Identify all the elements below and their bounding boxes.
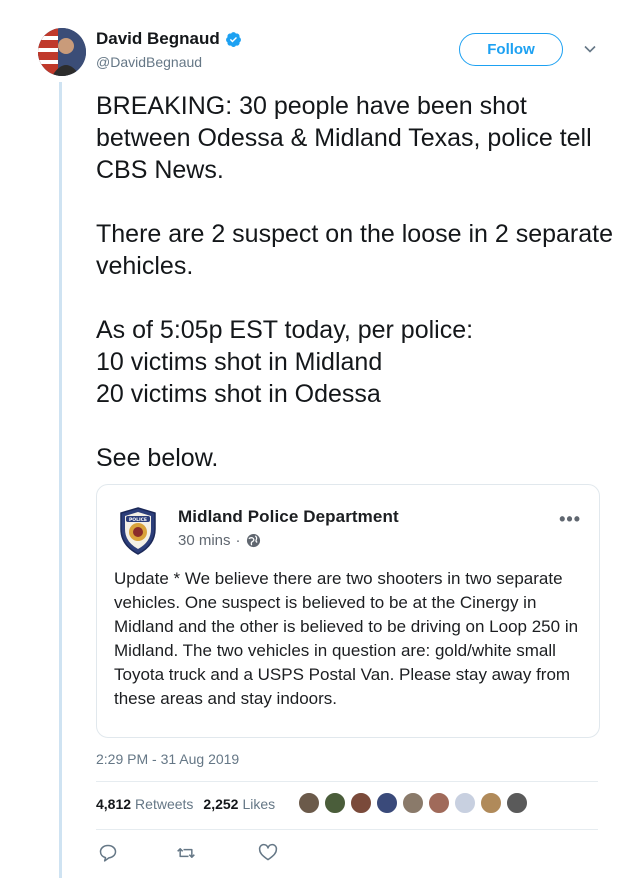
- liker-avatar[interactable]: [454, 792, 476, 814]
- post-time: 30 mins: [178, 532, 231, 549]
- liker-avatar[interactable]: [324, 792, 346, 814]
- tweet-paragraph: BREAKING: 30 people have been shot betwe…: [96, 92, 592, 184]
- tweet-text: BREAKING: 30 people have been shot betwe…: [96, 90, 616, 474]
- liker-avatar[interactable]: [376, 792, 398, 814]
- retweets-label[interactable]: Retweets: [135, 796, 193, 812]
- tweet-stats: 4,812 Retweets 2,252 Likes: [96, 796, 285, 812]
- heart-icon[interactable]: [258, 843, 278, 863]
- likes-label[interactable]: Likes: [242, 796, 275, 812]
- author-avatar[interactable]: [38, 28, 86, 76]
- follow-button[interactable]: Follow: [459, 33, 563, 66]
- likes-count[interactable]: 2,252: [203, 796, 238, 812]
- author-name[interactable]: David Begnaud: [96, 29, 220, 49]
- post-meta: 30 mins ·: [178, 532, 261, 549]
- meta-separator: ·: [235, 532, 241, 549]
- tweet-paragraph: There are 2 suspect on the loose in 2 se…: [96, 220, 613, 280]
- liker-avatar[interactable]: [402, 792, 424, 814]
- liker-avatar[interactable]: [350, 792, 372, 814]
- police-badge-logo: POLICE: [117, 507, 159, 555]
- reply-icon[interactable]: [98, 843, 118, 863]
- embedded-image-card[interactable]: POLICE Midland Police Department 30 mins…: [96, 484, 600, 738]
- tweet-timestamp[interactable]: 2:29 PM - 31 Aug 2019: [96, 751, 239, 767]
- post-page-name: Midland Police Department: [178, 507, 399, 526]
- retweet-icon[interactable]: [176, 843, 196, 863]
- logo-text: POLICE: [129, 517, 147, 523]
- divider: [96, 781, 598, 782]
- globe-icon: [246, 533, 260, 548]
- author-name-row[interactable]: David Begnaud: [96, 29, 242, 49]
- liker-avatars: [298, 792, 532, 814]
- divider: [96, 829, 598, 830]
- author-handle[interactable]: @DavidBegnaud: [96, 54, 202, 70]
- liker-avatar[interactable]: [480, 792, 502, 814]
- post-body: Update * We believe there are two shoote…: [114, 569, 579, 708]
- tweet-paragraph: See below.: [96, 444, 219, 472]
- more-options-icon: •••: [559, 509, 581, 529]
- tweet-paragraph: As of 5:05p EST today, per police: 10 vi…: [96, 316, 474, 408]
- chevron-down-icon[interactable]: [583, 42, 597, 56]
- retweets-count[interactable]: 4,812: [96, 796, 131, 812]
- verified-badge-icon: [225, 31, 242, 48]
- liker-avatar[interactable]: [506, 792, 528, 814]
- liker-avatar[interactable]: [428, 792, 450, 814]
- liker-avatar[interactable]: [298, 792, 320, 814]
- thread-line: [59, 82, 62, 878]
